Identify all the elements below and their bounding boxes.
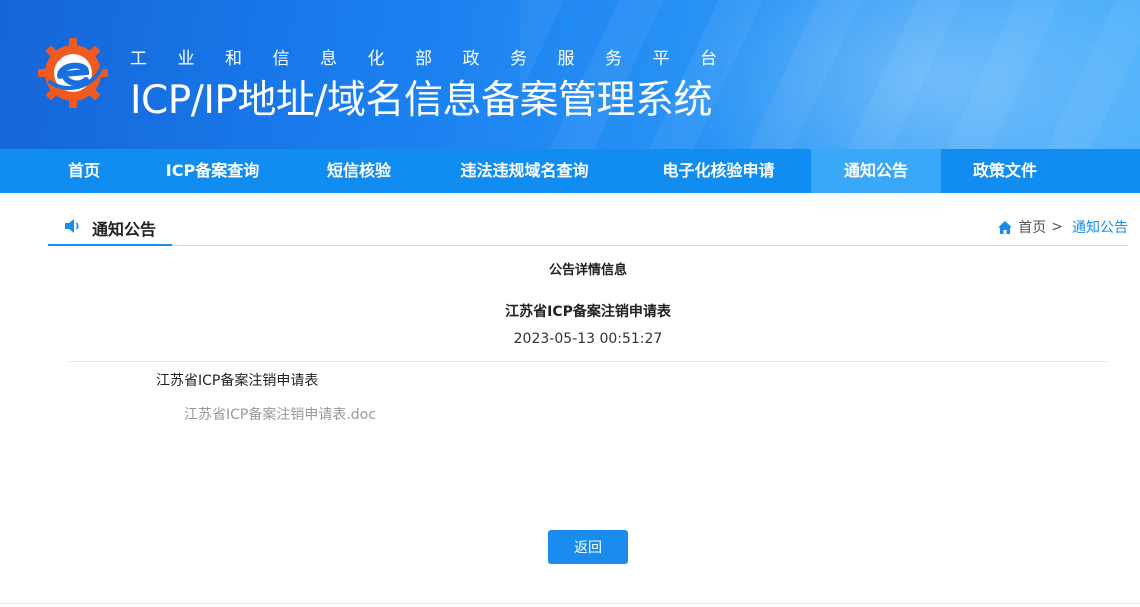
nav-item-icp-query[interactable]: ICP备案查询 [140,149,285,193]
notice-date: 2023-05-13 00:51:27 [513,331,663,347]
miit-gear-logo-icon [38,38,108,108]
section-title: 通知公告 [92,220,157,239]
detail-heading: 公告详情信息 [548,263,627,278]
nav-item-sms-verify[interactable]: 短信核验 [305,149,413,193]
speaker-icon [65,219,79,233]
notice-title: 江苏省ICP备案注销申请表 [505,304,671,320]
main-nav: 首页 ICP备案查询 短信核验 违法违规域名查询 电子化核验申请 通知公告 政策… [0,149,1140,193]
nav-item-illegal-domain-query[interactable]: 违法违规域名查询 [433,149,616,193]
footer-divider [0,603,1140,604]
home-icon [998,220,1013,234]
platform-subtitle: 工业和信息化部政务服务平台 [130,49,748,69]
section-header: 通知公告 首页 > 通知公告 [48,207,1128,246]
section-tab: 通知公告 [48,207,172,246]
nav-item-notices[interactable]: 通知公告 [811,149,941,193]
content-divider [68,361,1108,362]
attachment-link[interactable]: 江苏省ICP备案注销申请表.doc [184,404,376,424]
notice-body: 江苏省ICP备案注销申请表 [156,373,319,389]
nav-item-policy-docs[interactable]: 政策文件 [951,149,1059,193]
banner-glow [680,0,1140,149]
system-title: ICP/IP地址/域名信息备案管理系统 [130,78,713,123]
breadcrumb-current[interactable]: 通知公告 [1072,217,1128,237]
breadcrumb-home-link[interactable]: 首页 [1018,217,1046,237]
back-button[interactable]: 返回 [548,530,628,564]
nav-item-home[interactable]: 首页 [48,149,120,193]
nav-item-electronic-verify[interactable]: 电子化核验申请 [636,149,801,193]
header-banner: 工业和信息化部政务服务平台 ICP/IP地址/域名信息备案管理系统 [0,0,1140,149]
breadcrumb: 首页 > 通知公告 [998,217,1128,237]
breadcrumb-separator: > [1051,219,1063,235]
